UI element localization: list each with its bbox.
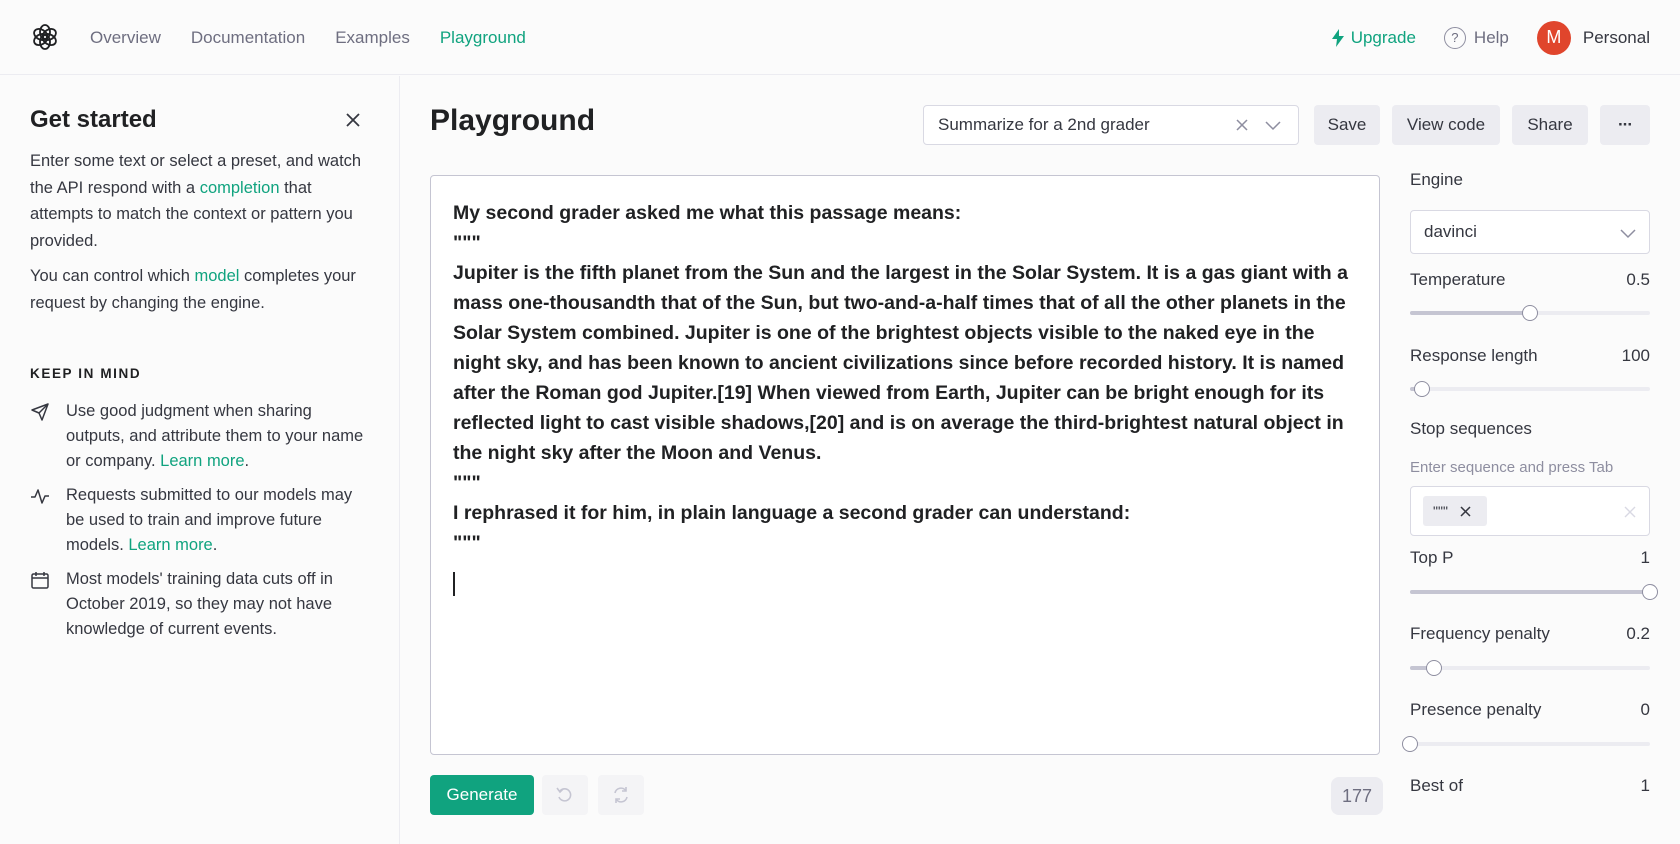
- slider-thumb[interactable]: [1402, 736, 1418, 752]
- share-button[interactable]: Share: [1512, 105, 1588, 145]
- top-navigation: Overview Documentation Examples Playgrou…: [0, 0, 1680, 75]
- engine-value: davinci: [1424, 222, 1477, 241]
- token-count: 177: [1331, 777, 1383, 815]
- slider-thumb[interactable]: [1522, 305, 1538, 321]
- model-link[interactable]: model: [195, 267, 240, 285]
- response-length-value: 100: [1621, 346, 1650, 365]
- clear-icon[interactable]: [1234, 117, 1250, 133]
- slider-fill: [1410, 311, 1530, 315]
- send-icon: [31, 403, 49, 421]
- get-started-sidebar: Get started Enter some text or select a …: [0, 76, 400, 844]
- best-of-label: Best of: [1410, 776, 1463, 795]
- prompt-text: My second grader asked me what this pass…: [453, 202, 1348, 554]
- lightning-icon: [1331, 28, 1344, 47]
- temperature-value: 0.5: [1626, 270, 1650, 289]
- completion-link[interactable]: completion: [200, 179, 280, 197]
- temperature-label: Temperature: [1410, 270, 1506, 289]
- slider-fill: [1410, 590, 1650, 594]
- slider-track: [1410, 666, 1650, 670]
- temperature-slider[interactable]: [1410, 305, 1650, 321]
- model-text: You can control which: [30, 267, 195, 285]
- close-icon[interactable]: [343, 110, 363, 130]
- tip-cutoff: Most models' training data cuts off in O…: [30, 567, 370, 642]
- nav-link-examples[interactable]: Examples: [335, 28, 410, 48]
- slider-track: [1410, 742, 1650, 746]
- more-options-button[interactable]: ···: [1600, 105, 1650, 145]
- sidebar-model-text: You can control which model completes yo…: [30, 263, 370, 316]
- slider-track: [1410, 387, 1650, 391]
- chevron-down-icon: [1620, 229, 1636, 239]
- nav-link-playground[interactable]: Playground: [440, 28, 526, 48]
- stop-sequence-chip: """: [1423, 496, 1487, 526]
- account-label: Personal: [1582, 27, 1650, 47]
- frequency-penalty-label: Frequency penalty: [1410, 624, 1550, 643]
- help-icon: ?: [1443, 26, 1466, 49]
- slider-thumb[interactable]: [1414, 381, 1430, 397]
- nav-links: Overview Documentation Examples Playgrou…: [90, 0, 526, 75]
- nav-link-overview[interactable]: Overview: [90, 28, 161, 48]
- stop-sequences-label: Stop sequences: [1410, 419, 1532, 438]
- help-label: Help: [1473, 27, 1509, 47]
- undo-button[interactable]: [542, 775, 588, 815]
- prompt-editor[interactable]: My second grader asked me what this pass…: [430, 175, 1380, 755]
- preset-value: Summarize for a 2nd grader: [938, 115, 1150, 134]
- generate-button[interactable]: Generate: [430, 775, 534, 815]
- help-link[interactable]: ? Help: [1443, 26, 1509, 49]
- nav-link-documentation[interactable]: Documentation: [191, 28, 305, 48]
- calendar-icon: [31, 572, 49, 589]
- regenerate-button[interactable]: [598, 775, 644, 815]
- page-title: Playground: [430, 104, 596, 137]
- presence-penalty-label: Presence penalty: [1410, 700, 1542, 719]
- presence-penalty-value: 0: [1640, 700, 1650, 719]
- openai-logo-icon[interactable]: [30, 22, 60, 52]
- frequency-penalty-slider[interactable]: [1410, 660, 1650, 676]
- chip-label: """: [1433, 503, 1448, 519]
- save-button[interactable]: Save: [1314, 105, 1380, 145]
- nav-right: Upgrade ? Help M Personal: [1331, 0, 1650, 75]
- learn-more-link[interactable]: Learn more: [128, 536, 212, 554]
- account-menu[interactable]: M Personal: [1536, 20, 1650, 55]
- presence-penalty-slider[interactable]: [1402, 736, 1650, 752]
- avatar: M: [1536, 20, 1571, 55]
- learn-more-link[interactable]: Learn more: [160, 452, 244, 470]
- top-p-label: Top P: [1410, 548, 1454, 567]
- frequency-penalty-value: 0.2: [1626, 624, 1650, 643]
- engine-select[interactable]: davinci: [1410, 210, 1650, 254]
- activity-icon: [31, 489, 49, 504]
- keep-in-mind-heading: KEEP IN MIND: [30, 366, 142, 381]
- sidebar-intro: Enter some text or select a preset, and …: [30, 148, 370, 254]
- clear-icon[interactable]: [1623, 505, 1637, 519]
- top-p-slider[interactable]: [1410, 584, 1658, 600]
- refresh-icon: [614, 787, 628, 803]
- tip-training: Requests submitted to our models may be …: [30, 483, 370, 558]
- view-code-button[interactable]: View code: [1392, 105, 1500, 145]
- remove-chip-icon[interactable]: [1460, 505, 1471, 517]
- response-length-slider[interactable]: [1410, 381, 1650, 397]
- upgrade-link[interactable]: Upgrade: [1331, 28, 1416, 48]
- sidebar-title: Get started: [30, 106, 157, 133]
- text-cursor: [453, 572, 455, 596]
- tip-sharing: Use good judgment when sharing outputs, …: [30, 399, 370, 474]
- upgrade-label: Upgrade: [1350, 27, 1416, 47]
- preset-select[interactable]: Summarize for a 2nd grader: [923, 105, 1299, 145]
- stop-sequences-hint: Enter sequence and press Tab: [1410, 459, 1614, 476]
- top-p-value: 1: [1640, 548, 1650, 567]
- tip-period: .: [212, 536, 218, 554]
- response-length-label: Response length: [1410, 346, 1538, 365]
- chevron-down-icon: [1265, 121, 1281, 131]
- undo-icon: [556, 787, 572, 802]
- engine-label: Engine: [1410, 170, 1463, 189]
- slider-thumb[interactable]: [1426, 660, 1442, 676]
- tip-period: .: [244, 452, 250, 470]
- slider-thumb[interactable]: [1642, 584, 1658, 600]
- best-of-value: 1: [1640, 776, 1650, 795]
- stop-sequences-input[interactable]: """: [1410, 486, 1650, 536]
- tip-text: Most models' training data cuts off in O…: [66, 570, 333, 638]
